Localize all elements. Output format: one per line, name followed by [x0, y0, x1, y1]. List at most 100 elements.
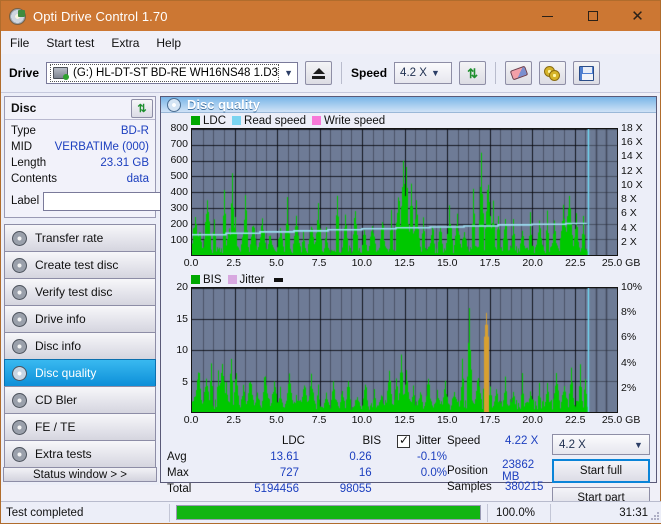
sidebar-item-drive-info[interactable]: Drive info: [4, 305, 156, 333]
disc-info-rows: Type BD-R MID VERBATIMe (000) Length 23.…: [5, 120, 253, 217]
status-separator: [169, 503, 170, 522]
statistics-table: LDC BIS Jitter Avg 13.61 0.26 -0.1%: [167, 433, 447, 509]
disc-value-type: BD-R: [120, 125, 149, 137]
sidebar-item-disc-quality[interactable]: Disc quality: [4, 359, 156, 387]
stats-row-label: Avg: [167, 451, 187, 463]
readout-speed: Speed 4.22 X: [447, 433, 552, 449]
drive-select[interactable]: (G:) HL-DT-ST BD-RE WH16NS48 1.D3 ▼: [46, 62, 299, 84]
disc-group-header: Disc ⇅: [5, 97, 155, 120]
ldc-plot-wrap: 100 200 300 400 500 600 700 800 2 X4 X6 X8 X 10 …: [161, 122, 656, 256]
controls-area: Speed 4.22 X Position 23862 MB Samples 3…: [447, 433, 650, 509]
start-full-button[interactable]: Start full: [552, 459, 650, 483]
sidebar-item-cd-bler[interactable]: CD Bler: [4, 386, 156, 414]
application-window: Opti Drive Control 1.70 ✕ File Start tes…: [0, 0, 661, 524]
sidebar-item-label: Disc quality: [35, 366, 97, 380]
save-button[interactable]: [573, 61, 601, 85]
disc-icon: [12, 284, 27, 300]
disc-value-mid: VERBATIMe (000): [54, 141, 149, 153]
x-tick-label: 22.5: [565, 257, 586, 269]
y2-tick-label: 4%: [621, 356, 637, 369]
disc-value-length: 23.31 GB: [100, 157, 149, 169]
maximize-button[interactable]: [570, 1, 615, 31]
ldc-x-axis: 0.0 2.5 5.0 7.5 10.0 12.5 15.0 17.5 20.0 22.5 25.0…: [184, 256, 641, 272]
sidebar-item-extra-tests[interactable]: Extra tests: [4, 440, 156, 468]
eject-button[interactable]: [305, 61, 333, 85]
disc-value-contents: data: [126, 173, 149, 185]
drive-select-value: (G:) HL-DT-ST BD-RE WH16NS48 1.D3: [73, 67, 278, 79]
legend-item-bis: BIS: [191, 274, 222, 286]
copy-discs-button[interactable]: [539, 61, 567, 85]
sidebar-item-fe-te[interactable]: FE / TE: [4, 413, 156, 441]
y-tick-label: 600: [170, 154, 188, 166]
bis-x-axis: 0.0 2.5 5.0 7.5 10.0 12.5 15.0 17.5 20.0 22.5 25.0…: [184, 413, 641, 429]
progress-bar: [176, 505, 481, 520]
y2-tick-label: 10 X: [621, 178, 643, 191]
speed-select[interactable]: 4.2 X ▼: [394, 62, 453, 84]
stats-row-max: Max 727 16 0.0%: [167, 465, 447, 481]
app-disc-icon: [9, 7, 26, 25]
jitter-checkbox[interactable]: [397, 433, 410, 448]
erase-button[interactable]: [505, 61, 533, 85]
x-tick-label: 10.0: [351, 414, 373, 426]
close-button[interactable]: ✕: [615, 1, 660, 31]
ldc-plot-area: [191, 128, 618, 256]
legend-label-ldc: LDC: [203, 114, 227, 127]
speed-select-value: 4.2 X: [400, 67, 427, 79]
disc-group-title: Disc: [11, 101, 37, 115]
resize-grip[interactable]: [650, 511, 660, 521]
x-tick-label: 5.0: [269, 414, 284, 426]
y2-tick-label: 14 X: [621, 150, 643, 163]
stats-total-bis: 98055: [339, 483, 372, 495]
x-tick-label: 0.0: [183, 414, 199, 426]
bis-plot-area: [191, 287, 618, 413]
y2-tick-label: 2%: [621, 381, 637, 394]
progress-bar-fill: [177, 506, 480, 519]
x-tick-label: 2.5: [226, 257, 241, 269]
legend-label-read-speed: Read speed: [244, 114, 307, 127]
y-tick-label: 10: [176, 344, 188, 356]
status-message: Test completed: [6, 506, 84, 519]
menu-item-file[interactable]: File: [10, 36, 29, 50]
drive-icon: [53, 67, 70, 80]
status-window-button[interactable]: Status window > >: [3, 467, 157, 482]
sidebar-item-transfer-rate[interactable]: Transfer rate: [4, 224, 156, 252]
title-bar: Opti Drive Control 1.70 ✕: [1, 1, 660, 31]
main-body: Disc ⇅ Type BD-R MID VERBATIMe (000) Len…: [1, 93, 660, 509]
disc-refresh-button[interactable]: ⇅: [131, 98, 153, 118]
disc-label-row: Label: [11, 190, 253, 212]
disc-icon: [12, 419, 27, 435]
sidebar-item-verify-test-disc[interactable]: Verify test disc: [4, 278, 156, 306]
test-speed-select[interactable]: 4.2 X ▼: [552, 434, 650, 455]
menu-item-help[interactable]: Help: [156, 36, 181, 50]
jitter-toggle[interactable]: Jitter: [397, 433, 441, 448]
sidebar-item-create-test-disc[interactable]: Create test disc: [4, 251, 156, 279]
jitter-label: Jitter: [416, 435, 441, 447]
panel-header: Disc quality: [161, 97, 656, 113]
sidebar-item-disc-info[interactable]: Disc info: [4, 332, 156, 360]
stats-max-ldc: 727: [279, 467, 299, 479]
disc-info-group: Disc ⇅ Type BD-R MID VERBATIMe (000) Len…: [4, 96, 253, 218]
menu-item-start-test[interactable]: Start test: [46, 36, 94, 50]
y2-tick-label: 12 X: [621, 164, 643, 177]
legend-item-jitter: Jitter: [227, 273, 265, 286]
menu-item-extra[interactable]: Extra: [111, 36, 139, 50]
readout-samples: Samples 380215: [447, 479, 552, 495]
disc-quality-panel: Disc quality LDC Read speed Write speed: [160, 96, 657, 509]
minimize-button[interactable]: [525, 1, 570, 31]
sidebar-item-label: Extra tests: [35, 447, 92, 461]
ldc-chart-legend: LDC Read speed Write speed: [161, 113, 656, 128]
refresh-button[interactable]: ⇅: [459, 61, 487, 85]
sidebar-nav: Transfer rate Create test disc Verify te…: [3, 224, 157, 468]
chevron-down-icon: ▼: [634, 439, 643, 450]
disc-key-type: Type: [11, 125, 36, 137]
disc-row-contents: Contents data: [11, 171, 149, 187]
stats-row-label: Max: [167, 467, 189, 479]
y-tick-label: 800: [170, 122, 188, 134]
stats-max-jitter: 0.0%: [420, 467, 447, 479]
readout-list: Speed 4.22 X Position 23862 MB Samples 3…: [447, 433, 552, 509]
legend-label-jitter: Jitter: [239, 273, 265, 286]
stats-row-total: Total 5194456 98055: [167, 481, 447, 497]
y-tick-label: 15: [176, 312, 188, 325]
disc-icon: [12, 257, 27, 273]
ldc-y-axis-right: 2 X4 X6 X8 X 10 X 12 X 14 X 16 X 18 X: [618, 122, 656, 256]
